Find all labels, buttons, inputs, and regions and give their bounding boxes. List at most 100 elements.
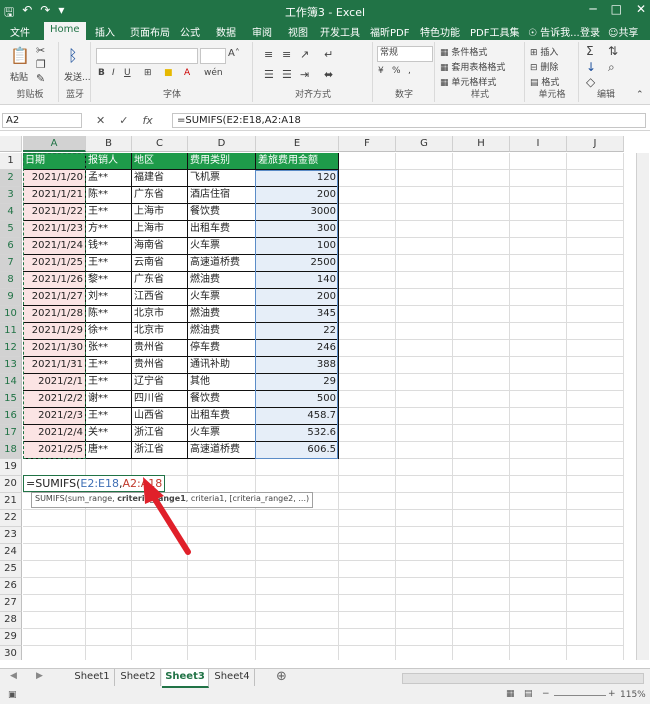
cell-f23[interactable]: [339, 527, 396, 544]
column-header-b[interactable]: B: [86, 136, 132, 152]
cell-b16[interactable]: 王**: [86, 408, 132, 425]
row-header-2[interactable]: 2: [0, 170, 22, 187]
fill-icon[interactable]: ↓: [586, 60, 596, 74]
cut-icon[interactable]: ✂: [36, 44, 45, 57]
cell-b6[interactable]: 钱**: [86, 238, 132, 255]
cell-b25[interactable]: [86, 561, 132, 578]
tab-developer[interactable]: 开发工具: [320, 24, 360, 39]
wrap-text-icon[interactable]: ↵: [324, 48, 333, 61]
row-header-17[interactable]: 17: [0, 425, 22, 442]
cell-a4[interactable]: 2021/1/22: [23, 204, 86, 221]
cell-d27[interactable]: [188, 595, 256, 612]
cell-i19[interactable]: [510, 459, 567, 476]
cell-g6[interactable]: [396, 238, 453, 255]
tab-insert[interactable]: 插入: [95, 24, 115, 39]
header-cell-c[interactable]: 地区: [132, 153, 188, 170]
orientation-icon[interactable]: ↗: [300, 48, 309, 61]
cell-i21[interactable]: [510, 493, 567, 510]
cell-g7[interactable]: [396, 255, 453, 272]
cell-c10[interactable]: 北京市: [132, 306, 188, 323]
cell-b7[interactable]: 王**: [86, 255, 132, 272]
cell-a23[interactable]: [23, 527, 86, 544]
cell-c9[interactable]: 江西省: [132, 289, 188, 306]
cell-j7[interactable]: [567, 255, 624, 272]
cell-e14[interactable]: 29: [256, 374, 339, 391]
editing-cell-a20[interactable]: =SUMIFS(E2:E18,A2:A18: [23, 475, 166, 492]
cell-g9[interactable]: [396, 289, 453, 306]
cell-e28[interactable]: [256, 612, 339, 629]
cell-d25[interactable]: [188, 561, 256, 578]
cell-i18[interactable]: [510, 442, 567, 459]
cell-h16[interactable]: [453, 408, 510, 425]
cell-c23[interactable]: [132, 527, 188, 544]
cell-e2[interactable]: 120: [256, 170, 339, 187]
cell-e24[interactable]: [256, 544, 339, 561]
tab-page-layout[interactable]: 页面布局: [130, 24, 170, 39]
cell-a12[interactable]: 2021/1/30: [23, 340, 86, 357]
row-header-8[interactable]: 8: [0, 272, 22, 289]
tab-data[interactable]: 数据: [216, 24, 236, 39]
cell-f16[interactable]: [339, 408, 396, 425]
cell-b12[interactable]: 张**: [86, 340, 132, 357]
paste-label[interactable]: 粘贴: [10, 70, 28, 83]
cell-h3[interactable]: [453, 187, 510, 204]
cell-e18[interactable]: 606.5: [256, 442, 339, 459]
cell-i16[interactable]: [510, 408, 567, 425]
fill-color-icon[interactable]: ■: [164, 68, 173, 78]
cell-b29[interactable]: [86, 629, 132, 646]
cell-i17[interactable]: [510, 425, 567, 442]
cell-e5[interactable]: 300: [256, 221, 339, 238]
cell-h22[interactable]: [453, 510, 510, 527]
cell-a30[interactable]: [23, 646, 86, 660]
column-header-f[interactable]: F: [339, 136, 396, 152]
cell-i15[interactable]: [510, 391, 567, 408]
cell-g5[interactable]: [396, 221, 453, 238]
column-header-e[interactable]: E: [256, 136, 339, 152]
cell-d24[interactable]: [188, 544, 256, 561]
row-header-3[interactable]: 3: [0, 187, 22, 204]
cell-j10[interactable]: [567, 306, 624, 323]
cell-g18[interactable]: [396, 442, 453, 459]
cell-j18[interactable]: [567, 442, 624, 459]
row-header-15[interactable]: 15: [0, 391, 22, 408]
align-middle-icon[interactable]: ≡: [282, 48, 291, 61]
zoom-slider[interactable]: [554, 695, 606, 696]
cell-e27[interactable]: [256, 595, 339, 612]
cell-c25[interactable]: [132, 561, 188, 578]
cell-h30[interactable]: [453, 646, 510, 660]
cell-h10[interactable]: [453, 306, 510, 323]
cell-a10[interactable]: 2021/1/28: [23, 306, 86, 323]
cell-f4[interactable]: [339, 204, 396, 221]
row-header-27[interactable]: 27: [0, 595, 22, 612]
cell-b26[interactable]: [86, 578, 132, 595]
cell-g20[interactable]: [396, 476, 453, 493]
cell-c5[interactable]: 上海市: [132, 221, 188, 238]
header-cell-a[interactable]: 日期: [23, 153, 86, 170]
cell-g28[interactable]: [396, 612, 453, 629]
cell-f12[interactable]: [339, 340, 396, 357]
phonetic-icon[interactable]: wén: [204, 68, 223, 78]
cell-c6[interactable]: 海南省: [132, 238, 188, 255]
cell-h15[interactable]: [453, 391, 510, 408]
cell-h19[interactable]: [453, 459, 510, 476]
currency-icon[interactable]: ¥: [378, 66, 384, 76]
vertical-scrollbar[interactable]: [636, 153, 649, 660]
cell-g24[interactable]: [396, 544, 453, 561]
cell-f2[interactable]: [339, 170, 396, 187]
cell-j20[interactable]: [567, 476, 624, 493]
row-header-1[interactable]: 1: [0, 153, 22, 170]
row-header-26[interactable]: 26: [0, 578, 22, 595]
row-header-22[interactable]: 22: [0, 510, 22, 527]
cell-h21[interactable]: [453, 493, 510, 510]
cell-i12[interactable]: [510, 340, 567, 357]
insert-function-icon[interactable]: fx: [142, 114, 152, 127]
font-size-select[interactable]: [200, 48, 226, 64]
cell-i29[interactable]: [510, 629, 567, 646]
cell-b30[interactable]: [86, 646, 132, 660]
cell-c13[interactable]: 贵州省: [132, 357, 188, 374]
cell-h5[interactable]: [453, 221, 510, 238]
cell-d6[interactable]: 火车票: [188, 238, 256, 255]
sheet-tab-4[interactable]: Sheet4: [210, 669, 255, 686]
cell-c3[interactable]: 广东省: [132, 187, 188, 204]
cell-i20[interactable]: [510, 476, 567, 493]
